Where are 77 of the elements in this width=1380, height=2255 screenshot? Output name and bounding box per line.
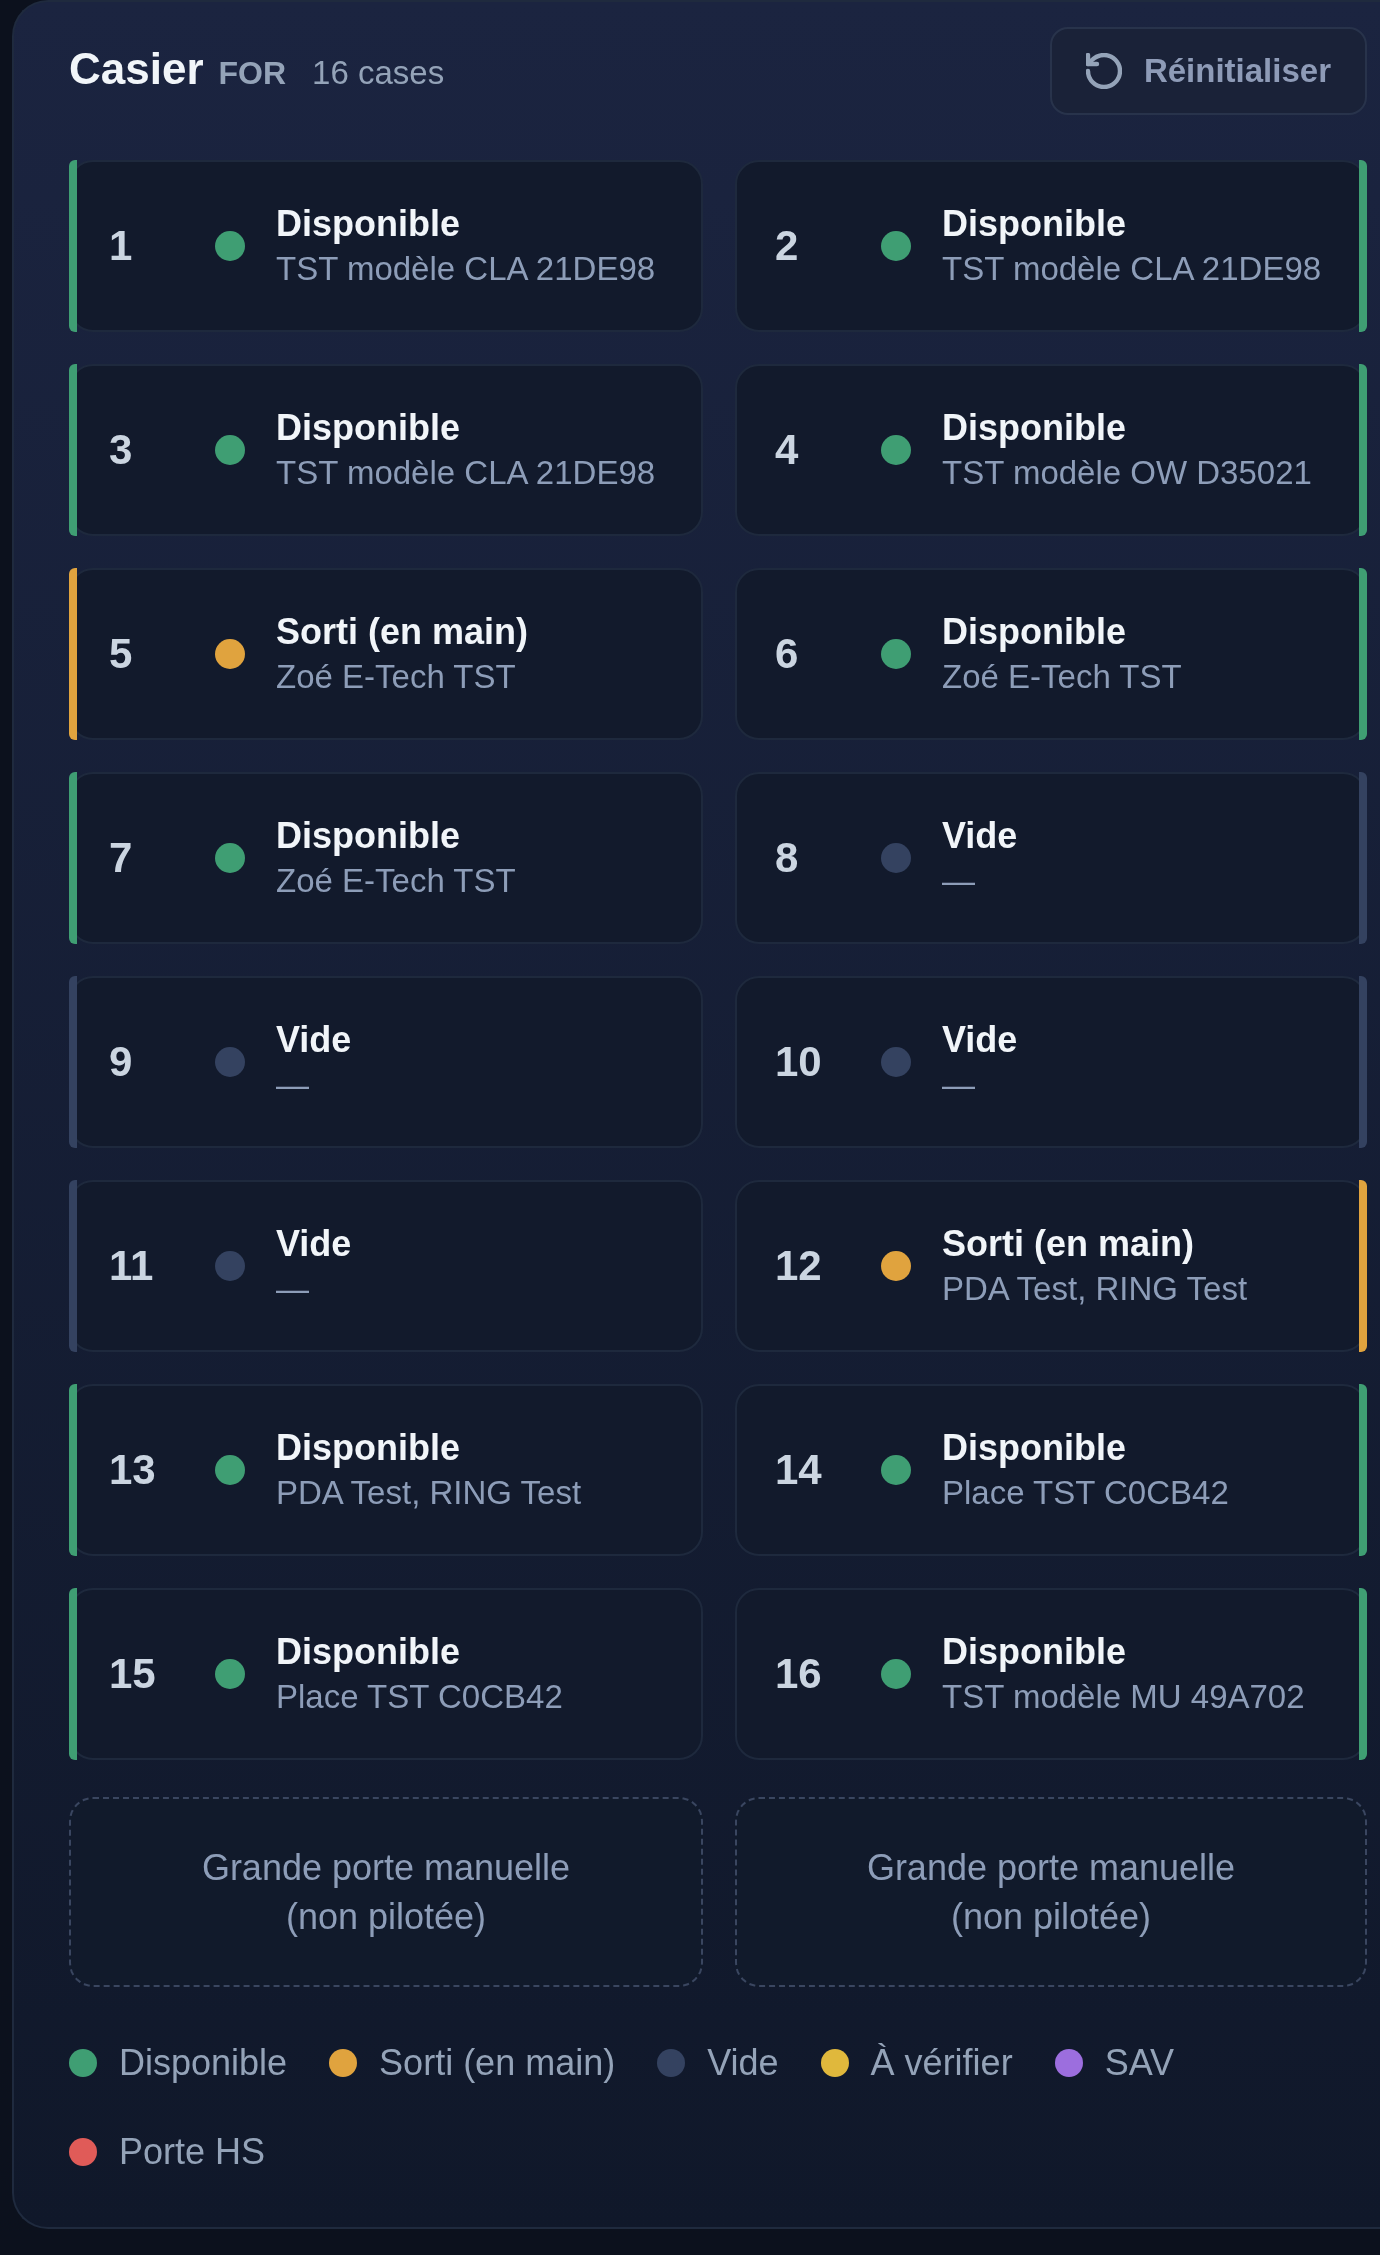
reset-button[interactable]: Réinitialiser xyxy=(1049,27,1367,115)
locker-number: 10 xyxy=(775,1038,822,1085)
locker-card[interactable]: 8 Vide — xyxy=(735,772,1367,944)
locker-content: Zoé E-Tech TST xyxy=(942,657,1182,697)
legend-label: SAV xyxy=(1104,2041,1174,2085)
locker-number: 6 xyxy=(775,630,799,677)
locker-content: — xyxy=(942,1065,975,1105)
locker-number: 12 xyxy=(775,1242,822,1289)
locker-number: 5 xyxy=(109,630,133,677)
door-label: Grande porte manuelle (non pilotée) xyxy=(865,1846,1237,1939)
status-label: Disponible xyxy=(276,1630,460,1674)
locker-card[interactable]: 14 Disponible Place TST C0CB42 xyxy=(735,1384,1367,1556)
status-label: Disponible xyxy=(942,610,1126,654)
locker-card[interactable]: 16 Disponible TST modèle MU 49A702 xyxy=(735,1588,1367,1760)
case-count: 16 cases xyxy=(312,53,445,93)
status-label: Vide xyxy=(942,1018,1018,1062)
locker-card[interactable]: 7 Disponible Zoé E-Tech TST xyxy=(69,772,703,944)
locker-number: 7 xyxy=(109,834,133,881)
status-label: Disponible xyxy=(276,814,460,858)
locker-content: PDA Test, RING Test xyxy=(942,1269,1248,1309)
panel-title: Casier xyxy=(69,43,204,95)
locker-card[interactable]: 3 Disponible TST modèle CLA 21DE98 xyxy=(69,364,703,536)
legend-label: À vérifier xyxy=(870,2041,1013,2085)
locker-number: 2 xyxy=(775,222,799,269)
locker-content: Zoé E-Tech TST xyxy=(276,861,516,901)
locker-content: TST modèle CLA 21DE98 xyxy=(276,249,656,289)
locker-content: Zoé E-Tech TST xyxy=(276,657,516,697)
locker-content: Place TST C0CB42 xyxy=(942,1473,1229,1513)
status-label: Vide xyxy=(276,1222,352,1266)
locker-number: 3 xyxy=(109,426,133,473)
locker-card[interactable]: 13 Disponible PDA Test, RING Test xyxy=(69,1384,703,1556)
locker-card[interactable]: 1 Disponible TST modèle CLA 21DE98 xyxy=(69,160,703,332)
legend-label: Sorti (en main) xyxy=(379,2041,616,2085)
door-label: Grande porte manuelle (non pilotée) xyxy=(200,1846,572,1939)
locker-card[interactable]: 2 Disponible TST modèle CLA 21DE98 xyxy=(735,160,1367,332)
locker-card[interactable]: 9 Vide — xyxy=(69,976,703,1148)
legend-label: Porte HS xyxy=(119,2130,266,2174)
locker-number: 15 xyxy=(109,1650,156,1697)
locker-card[interactable]: 11 Vide — xyxy=(69,1180,703,1352)
locker-content: TST modèle MU 49A702 xyxy=(942,1677,1305,1717)
site-code: FOR xyxy=(218,54,287,93)
status-label: Sorti (en main) xyxy=(276,610,529,654)
status-label: Disponible xyxy=(276,406,460,450)
locker-number: 13 xyxy=(109,1446,156,1493)
status-label: Vide xyxy=(276,1018,352,1062)
legend-label: Vide xyxy=(707,2041,779,2085)
status-label: Vide xyxy=(942,814,1018,858)
locker-content: — xyxy=(276,1269,309,1309)
locker-content: — xyxy=(942,861,975,901)
status-label: Disponible xyxy=(942,1630,1126,1674)
locker-content: TST modèle CLA 21DE98 xyxy=(942,249,1322,289)
locker-number: 16 xyxy=(775,1650,822,1697)
locker-content: — xyxy=(276,1065,309,1105)
locker-card[interactable]: 12 Sorti (en main) PDA Test, RING Test xyxy=(735,1180,1367,1352)
status-label: Disponible xyxy=(276,1426,460,1470)
status-label: Disponible xyxy=(942,202,1126,246)
status-label: Disponible xyxy=(276,202,460,246)
locker-card[interactable]: 6 Disponible Zoé E-Tech TST xyxy=(735,568,1367,740)
locker-content: PDA Test, RING Test xyxy=(276,1473,582,1513)
locker-number: 11 xyxy=(109,1242,154,1289)
locker-card[interactable]: 4 Disponible TST modèle OW D35021 xyxy=(735,364,1367,536)
legend-label: Disponible xyxy=(119,2041,288,2085)
locker-number: 14 xyxy=(775,1446,822,1493)
locker-content: TST modèle CLA 21DE98 xyxy=(276,453,656,493)
status-label: Disponible xyxy=(942,406,1126,450)
locker-card[interactable]: 10 Vide — xyxy=(735,976,1367,1148)
locker-number: 4 xyxy=(775,426,799,473)
locker-card[interactable]: 15 Disponible Place TST C0CB42 xyxy=(69,1588,703,1760)
locker-content: Place TST C0CB42 xyxy=(276,1677,563,1717)
status-label: Disponible xyxy=(942,1426,1126,1470)
locker-content: TST modèle OW D35021 xyxy=(942,453,1312,493)
locker-number: 8 xyxy=(775,834,799,881)
locker-card[interactable]: 5 Sorti (en main) Zoé E-Tech TST xyxy=(69,568,703,740)
locker-number: 9 xyxy=(109,1038,133,1085)
locker-number: 1 xyxy=(109,222,133,269)
reset-icon xyxy=(1085,53,1122,89)
status-label: Sorti (en main) xyxy=(942,1222,1195,1266)
